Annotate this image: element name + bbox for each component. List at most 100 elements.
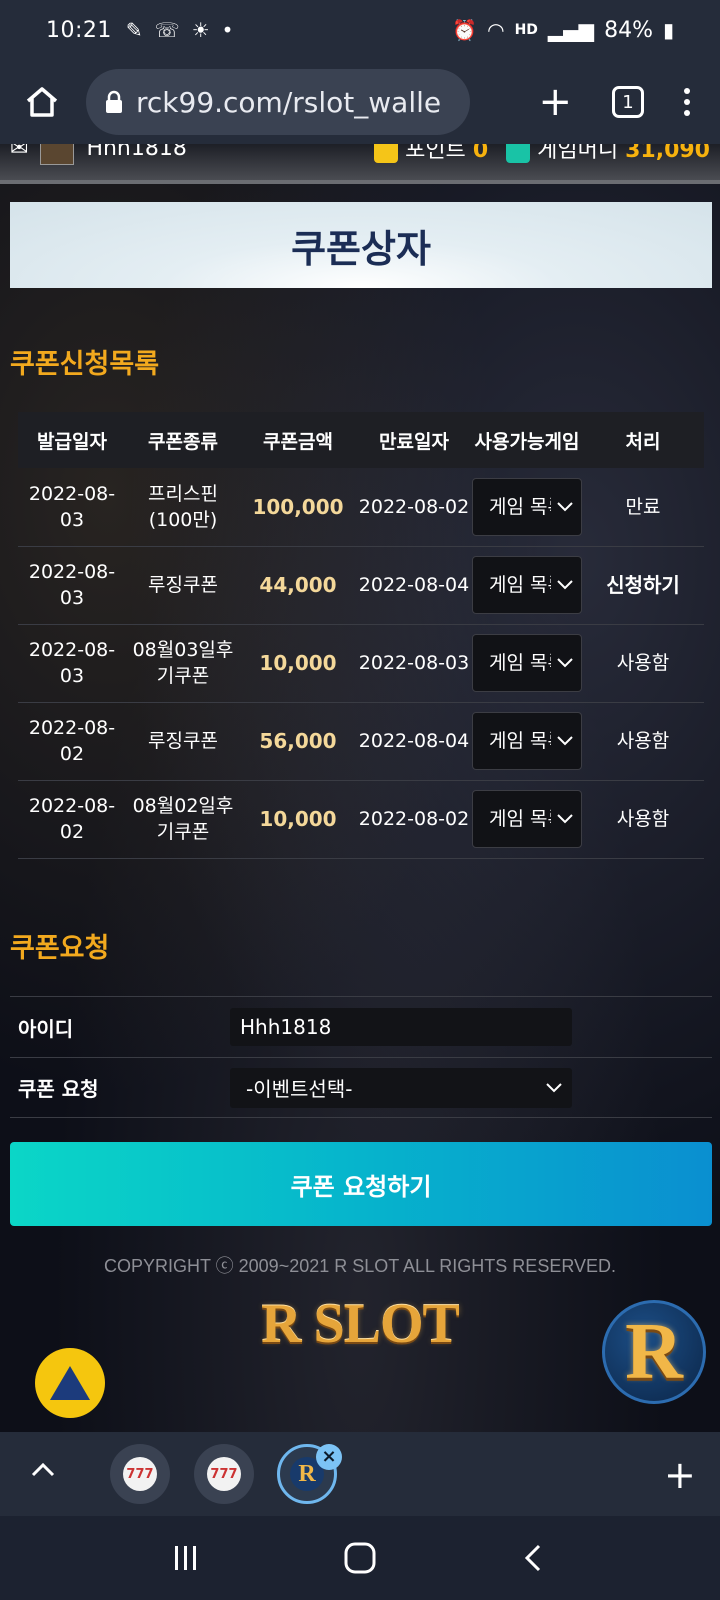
chevron-down-icon bbox=[557, 502, 573, 512]
slot-machine-icon: 777 bbox=[123, 1457, 157, 1491]
coupon-amount-cell: 10,000 bbox=[240, 624, 356, 703]
url-text: rck99.com/rslot_walle bbox=[136, 85, 442, 119]
home-button[interactable] bbox=[18, 78, 66, 126]
chevron-down-icon bbox=[557, 736, 573, 746]
table-row: 2022-08-03 08월03일후 기쿠폰 10,000 2022-08-03 게임 … bbox=[18, 624, 704, 703]
copyright-text: COPYRIGHT ⓒ 2009~2021 R SLOT ALL RIGHTS … bbox=[103, 1256, 617, 1276]
battery-icon: ▮ bbox=[662, 18, 674, 42]
status-time: 10:21 bbox=[46, 17, 112, 43]
system-nav-bar bbox=[0, 1516, 720, 1600]
game-select-value: 게임 목록 bbox=[489, 730, 551, 752]
tab-slot-2[interactable]: 777 bbox=[194, 1444, 254, 1504]
site-header: ✉ Hhh1818 포인트 0 게임머니 31,090 bbox=[0, 144, 720, 184]
col-coupon-type: 쿠폰종류 bbox=[126, 412, 240, 468]
brightness-icon: ☀ bbox=[191, 18, 210, 42]
slot-machine-icon: 777 bbox=[207, 1457, 241, 1491]
triangle-up-icon bbox=[50, 1366, 90, 1400]
coupon-type-cell: 루징쿠폰 bbox=[126, 546, 240, 625]
signal-icon: ▂▄▆ bbox=[547, 18, 595, 42]
col-action: 처리 bbox=[582, 412, 704, 468]
game-list-select[interactable]: 게임 목록 bbox=[472, 790, 582, 848]
coupon-type-cell: 프리스핀 (100만) bbox=[126, 468, 240, 547]
battery-percent: 84% bbox=[604, 17, 653, 43]
id-field[interactable]: Hhh1818 bbox=[230, 1008, 572, 1046]
expiry-date-cell: 2022-08-04 bbox=[356, 546, 472, 625]
hd-voice-icon: HD bbox=[514, 22, 538, 38]
id-label: 아이디 bbox=[18, 1016, 74, 1041]
chevron-down-icon bbox=[557, 658, 573, 668]
event-select[interactable]: -이벤트선택- bbox=[230, 1067, 572, 1108]
col-coupon-amount: 쿠폰금액 bbox=[240, 412, 356, 468]
r-badge-button[interactable]: R bbox=[602, 1300, 706, 1404]
game-list-select[interactable]: 게임 목록 bbox=[472, 712, 582, 770]
game-select-value: 게임 목록 bbox=[489, 808, 551, 830]
expiry-date-cell: 2022-08-04 bbox=[356, 702, 472, 781]
coupon-type-cell: 루징쿠폰 bbox=[126, 702, 240, 781]
status-cell: 사용함 bbox=[582, 702, 704, 781]
game-select-value: 게임 목록 bbox=[489, 574, 551, 596]
col-issue-date: 발급일자 bbox=[18, 412, 126, 468]
table-row: 2022-08-02루징쿠폰56,0002022-08-04 게임 목록 사용함 bbox=[18, 702, 704, 781]
table-header-row: 발급일자 쿠폰종류 쿠폰금액 만료일자 사용가능게임 처리 bbox=[18, 412, 704, 468]
expiry-date-cell: 2022-08-02 bbox=[356, 780, 472, 859]
id-row: 아이디 Hhh1818 bbox=[10, 996, 712, 1057]
status-cell: 사용함 bbox=[582, 780, 704, 859]
coupon-type-cell: 08월02일후 기쿠폰 bbox=[126, 780, 240, 859]
coupon-amount-cell: 100,000 bbox=[240, 468, 356, 547]
points-label: 포인트 bbox=[405, 144, 466, 163]
tab-slot-1[interactable]: 777 bbox=[110, 1444, 170, 1504]
status-cell: 사용함 bbox=[582, 624, 704, 703]
scroll-top-button[interactable] bbox=[35, 1348, 105, 1418]
status-bar: 10:21 ✎ ☏ ☀ • ⏰ ◠ HD ▂▄▆ 84% ▮ bbox=[0, 0, 720, 60]
url-bar[interactable]: rck99.com/rslot_walle bbox=[86, 69, 470, 135]
game-list-select[interactable]: 게임 목록 bbox=[472, 634, 582, 692]
expiry-date-cell: 2022-08-02 bbox=[356, 468, 472, 547]
game-money-icon bbox=[506, 144, 531, 163]
dot-icon: • bbox=[221, 18, 234, 42]
browser-toolbar: rck99.com/rslot_walle + 1 bbox=[0, 60, 720, 144]
lock-icon bbox=[106, 90, 122, 113]
col-expiry-date: 만료일자 bbox=[356, 412, 472, 468]
chevron-down-icon bbox=[546, 1082, 562, 1092]
game-select-value: 게임 목록 bbox=[489, 652, 551, 674]
request-label: 쿠폰 요청 bbox=[18, 1077, 99, 1101]
missed-call-icon: ☏ bbox=[154, 18, 180, 42]
game-select-value: 게임 목록 bbox=[489, 495, 551, 518]
more-menu-button[interactable] bbox=[684, 88, 690, 116]
coupon-page: 쿠폰상자 쿠폰신청목록 발급일자 쿠폰종류 쿠폰금액 만료일자 사용가능게임 처… bbox=[0, 184, 720, 1432]
game-list-select[interactable]: 게임 목록 bbox=[472, 556, 582, 614]
coupon-request-form: 아이디 Hhh1818 쿠폰 요청 -이벤트선택- bbox=[10, 996, 712, 1118]
table-row: 2022-08-03루징쿠폰44,0002022-08-04 게임 목록 신청하기 bbox=[18, 546, 704, 625]
chevron-up-icon[interactable] bbox=[30, 1460, 56, 1478]
table-row: 2022-08-03 프리스핀 (100만) 100,000 2022-08-02 게임… bbox=[18, 468, 704, 547]
status-cell[interactable]: 신청하기 bbox=[582, 546, 704, 625]
coupon-amount-cell: 10,000 bbox=[240, 780, 356, 859]
coupon-table: 발급일자 쿠폰종류 쿠폰금액 만료일자 사용가능게임 처리 2022-08-03… bbox=[18, 412, 704, 859]
mail-icon[interactable]: ✉ bbox=[10, 144, 28, 161]
wifi-icon: ◠ bbox=[487, 18, 505, 42]
coupon-request-button[interactable]: 쿠폰 요청하기 bbox=[10, 1142, 712, 1226]
user-name: Hhh1818 bbox=[86, 144, 187, 161]
game-money-label: 게임머니 bbox=[537, 144, 619, 163]
home-nav-icon[interactable] bbox=[343, 1541, 377, 1575]
back-icon[interactable] bbox=[519, 1543, 549, 1573]
add-tab-button[interactable]: + bbox=[664, 1456, 696, 1494]
page-title: 쿠폰상자 bbox=[291, 226, 431, 271]
browser-tab-bar: 777 777 R × + bbox=[0, 1432, 720, 1516]
issue-date-cell: 2022-08-03 bbox=[18, 468, 126, 547]
coupon-request-title: 쿠폰요청 bbox=[10, 933, 110, 964]
new-tab-button[interactable]: + bbox=[538, 82, 572, 122]
recents-icon[interactable] bbox=[171, 1543, 201, 1573]
rslot-logo[interactable]: R SLOT bbox=[255, 1293, 465, 1355]
tab-switcher-button[interactable]: 1 bbox=[612, 86, 644, 118]
alarm-icon: ⏰ bbox=[452, 18, 478, 42]
expiry-date-cell: 2022-08-03 bbox=[356, 624, 472, 703]
chevron-down-icon bbox=[557, 814, 573, 824]
game-list-select[interactable]: 게임 목록 bbox=[472, 477, 582, 536]
table-row: 2022-08-02 08월02일후 기쿠폰 10,000 2022-08-02 게임 … bbox=[18, 780, 704, 859]
event-select-value: -이벤트선택- bbox=[246, 1077, 353, 1101]
chevron-down-icon bbox=[557, 580, 573, 590]
close-tab-button[interactable]: × bbox=[316, 1444, 342, 1470]
issue-date-cell: 2022-08-02 bbox=[18, 780, 126, 859]
points-icon bbox=[374, 144, 399, 163]
